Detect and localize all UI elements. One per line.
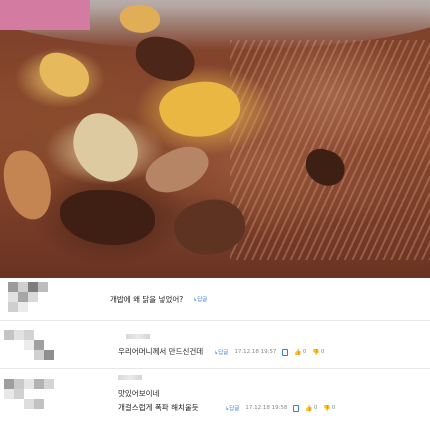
report-icon[interactable] (293, 404, 300, 412)
avatar (0, 326, 60, 364)
author-name (126, 334, 150, 339)
thumbs-up-icon: 👍 (305, 404, 313, 412)
comment-text-line-1: 맛있어보이네 (118, 389, 160, 398)
thumbs-up-icon: 👍 (294, 348, 302, 356)
comment-text: 우리어머니께서 만드신건데 (118, 347, 204, 356)
timestamp: 17.12.18 19:58 (245, 405, 288, 411)
avatar (0, 375, 60, 425)
reply-link[interactable]: ↳답글 (225, 404, 239, 412)
reply-link[interactable]: ↳답글 (193, 295, 207, 303)
comment-item: 개밥에 왜 닭을 넣었어? ↳답글 (0, 278, 430, 320)
comment-meta: ↳답글 (193, 295, 207, 303)
comment-text-line-2: 개걸스럽게 폭파 해치울듯 (118, 403, 199, 412)
dislike-button[interactable]: 👎 0 (323, 405, 335, 412)
report-icon[interactable] (282, 348, 289, 356)
reply-link[interactable]: ↳답글 (214, 348, 228, 356)
comment-text: 개밥에 왜 닭을 넣었어? (110, 295, 184, 304)
dislike-button[interactable]: 👎 0 (312, 349, 324, 356)
like-button[interactable]: 👍 0 (305, 405, 317, 412)
thumbs-down-icon: 👎 (323, 404, 331, 412)
comment-meta: ↳답글 17.12.18 19:58 👍 0 👎 0 (225, 404, 335, 412)
comment-meta: ↳답글 17.12.18 19:57 👍 0 👎 0 (214, 348, 324, 356)
author-name (118, 375, 142, 380)
comment-item: 맛있어보이네 개걸스럽게 폭파 해치울듯 ↳답글 17.12.18 19:58 … (0, 368, 430, 437)
timestamp: 17.12.18 19:57 (234, 349, 277, 355)
avatar (0, 280, 60, 318)
comment-item: 우리어머니께서 만드신건데 ↳답글 17.12.18 19:57 👍 0 👎 0 (0, 320, 430, 369)
like-button[interactable]: 👍 0 (294, 349, 306, 356)
comment-list: 개밥에 왜 닭을 넣었어? ↳답글 우리어머니께서 만드신건데 ↳답글 17.1… (0, 278, 430, 436)
food-photo (0, 0, 430, 278)
thumbs-down-icon: 👎 (312, 348, 320, 356)
